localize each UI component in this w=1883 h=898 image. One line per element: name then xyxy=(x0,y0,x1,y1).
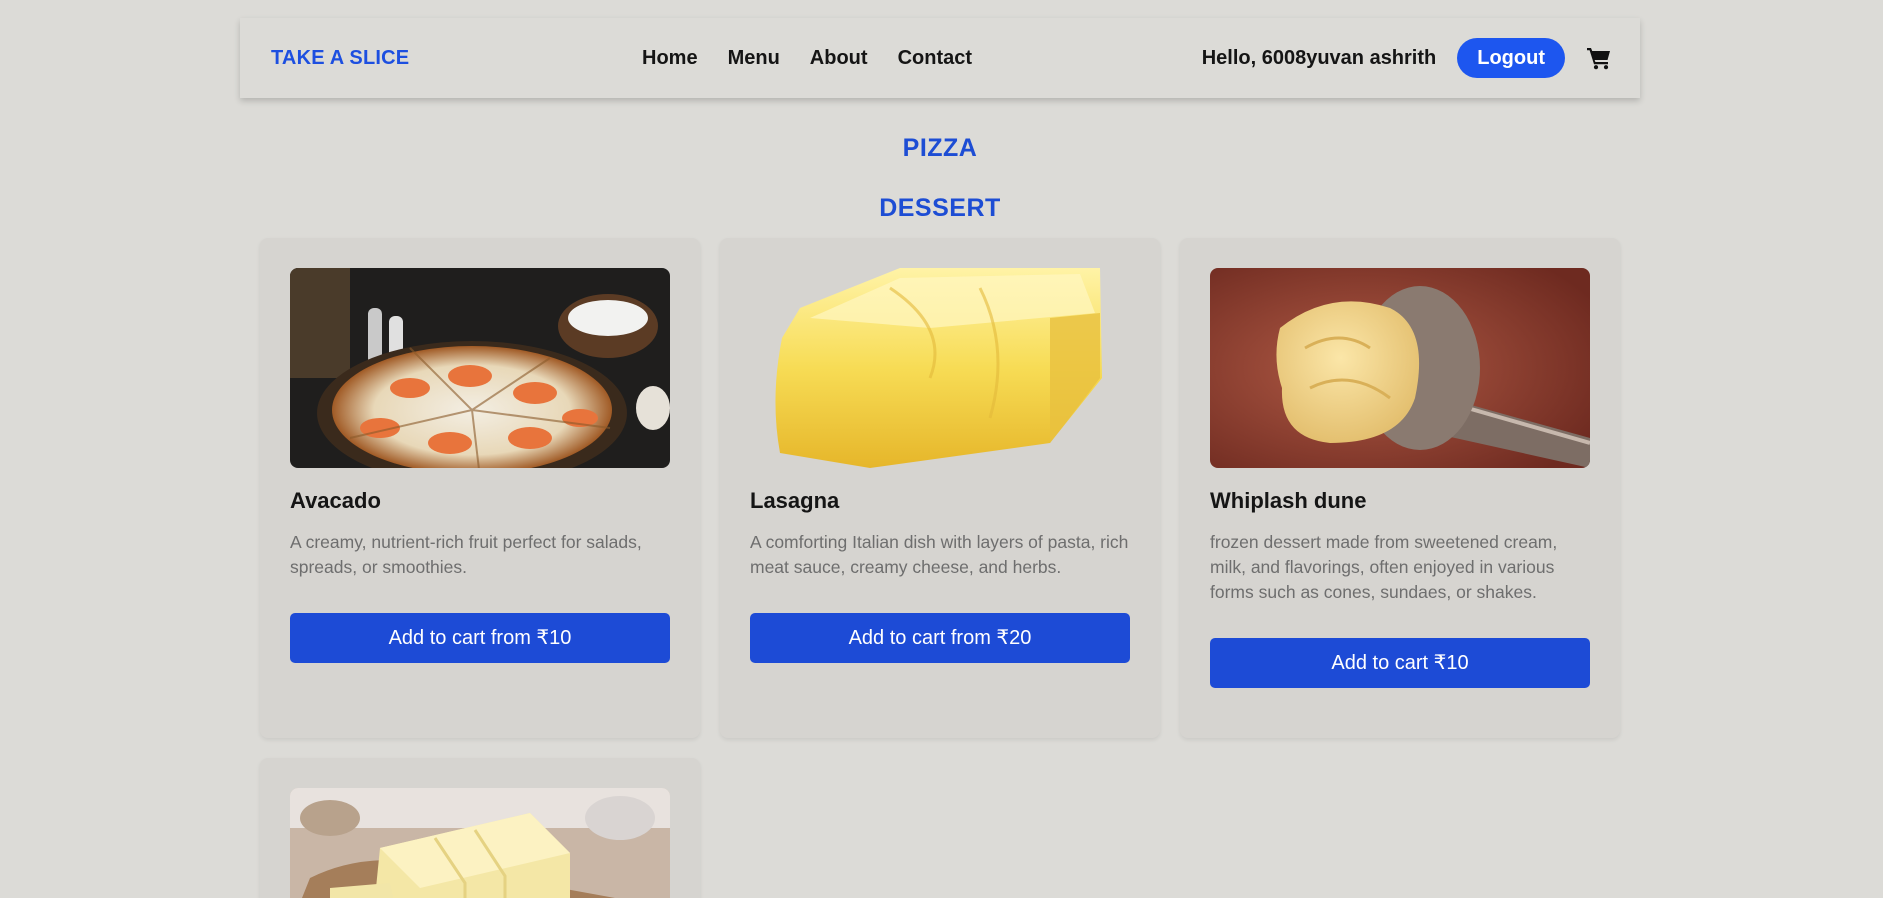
product-card: Lasagna A comforting Italian dish with l… xyxy=(720,238,1160,738)
product-description: A comforting Italian dish with layers of… xyxy=(750,532,1129,577)
add-to-cart-button[interactable]: Add to cart ₹10 xyxy=(1210,638,1590,688)
category-pizza[interactable]: PIZZA xyxy=(0,134,1880,163)
product-description: frozen dessert made from sweetened cream… xyxy=(1210,532,1558,602)
nav-links: Home Menu About Contact xyxy=(642,18,1002,98)
butter-slices-photo xyxy=(290,788,670,898)
logout-button[interactable]: Logout xyxy=(1457,38,1565,78)
product-title: Whiplash dune xyxy=(1210,488,1367,513)
page: TAKE A SLICE Home Menu About Contact Hel… xyxy=(0,0,1883,898)
product-title: Avacado xyxy=(290,488,381,513)
product-card: Whiplash dune frozen dessert made from s… xyxy=(1180,238,1620,738)
user-greeting: Hello, 6008yuvan ashrith xyxy=(1201,46,1437,69)
add-to-cart-button[interactable]: Add to cart from ₹10 xyxy=(290,613,670,663)
category-dessert[interactable]: DESSERT xyxy=(0,194,1880,223)
product-card xyxy=(260,758,700,898)
pizza-photo xyxy=(290,268,670,468)
nav-home[interactable]: Home xyxy=(642,47,698,70)
product-card: Avacado A creamy, nutrient-rich fruit pe… xyxy=(260,238,700,738)
brand-logo[interactable]: TAKE A SLICE xyxy=(271,18,409,98)
ice-cream-scoop-photo xyxy=(1210,268,1590,468)
navbar: TAKE A SLICE Home Menu About Contact Hel… xyxy=(240,18,1640,98)
nav-about[interactable]: About xyxy=(810,47,868,70)
product-title: Lasagna xyxy=(750,488,840,513)
nav-contact[interactable]: Contact xyxy=(898,47,972,70)
add-to-cart-button[interactable]: Add to cart from ₹20 xyxy=(750,613,1130,663)
product-description: A creamy, nutrient-rich fruit perfect fo… xyxy=(290,532,642,577)
nav-menu[interactable]: Menu xyxy=(728,47,780,70)
nav-right: Hello, 6008yuvan ashrith Logout xyxy=(1202,18,1612,98)
cart-icon[interactable] xyxy=(1586,46,1612,70)
butter-block-photo xyxy=(750,268,1130,468)
